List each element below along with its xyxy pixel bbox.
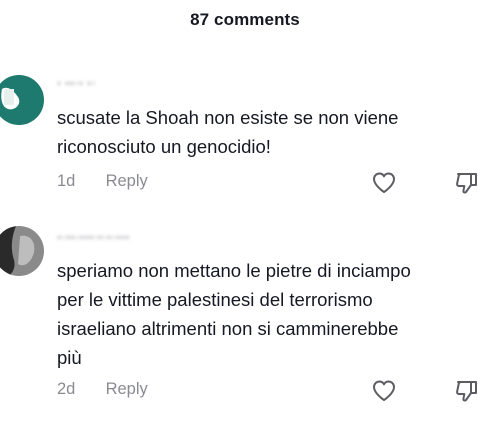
avatar[interactable] bbox=[0, 226, 44, 276]
comment-text: scusate la Shoah non esiste se non viene… bbox=[57, 107, 399, 157]
comment-meta: 2d Reply bbox=[57, 380, 148, 399]
comments-count-header: 87 comments bbox=[190, 10, 300, 29]
comment-timestamp: 1d bbox=[57, 172, 76, 190]
heart-icon bbox=[373, 380, 395, 401]
thumbs-down-icon bbox=[456, 173, 477, 194]
reply-button[interactable]: Reply bbox=[106, 172, 148, 191]
like-button[interactable] bbox=[371, 170, 397, 196]
like-button[interactable] bbox=[371, 378, 397, 404]
avatar-image bbox=[0, 226, 44, 276]
avatar-image bbox=[0, 75, 44, 125]
dislike-button[interactable] bbox=[454, 378, 480, 404]
reply-button[interactable]: Reply bbox=[106, 380, 148, 399]
avatar[interactable] bbox=[0, 75, 44, 125]
comment-text: speriamo non mettano le pietre di inciam… bbox=[57, 260, 411, 368]
comment-username[interactable]: ▪ ▪▪▫▪ ▪▫ bbox=[57, 76, 96, 90]
dislike-button[interactable] bbox=[454, 170, 480, 196]
comment-meta: 1d Reply bbox=[57, 172, 148, 191]
comment-timestamp: 2d bbox=[57, 380, 76, 398]
heart-icon bbox=[373, 172, 395, 193]
thumbs-down-icon bbox=[456, 381, 477, 402]
comment-username[interactable]: ▪▫▪▪▫▪▪▪▫▪▫▪▫▪▪▪ bbox=[57, 230, 130, 244]
